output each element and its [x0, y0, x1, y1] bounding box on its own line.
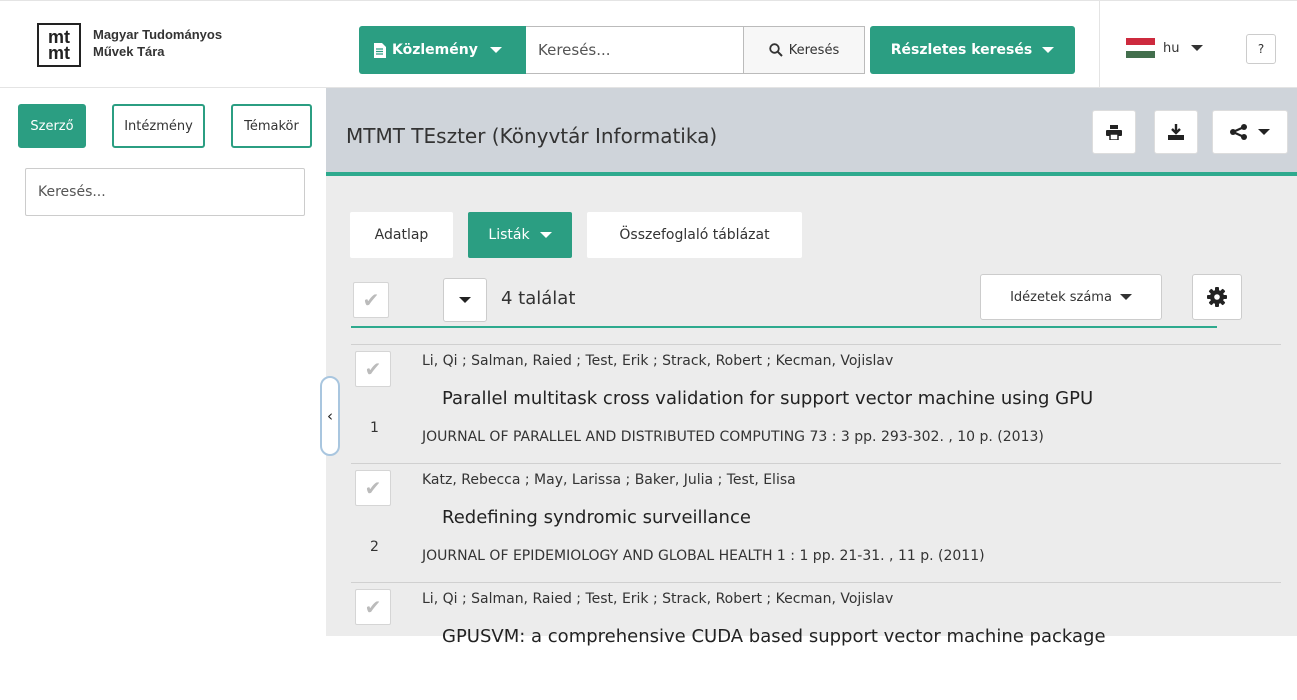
result-title[interactable]: Redefining syndromic surveillance: [442, 507, 751, 528]
result-item: ✔ 2 Katz, Rebecca ; May, Larissa ; Baker…: [351, 463, 1281, 581]
advanced-search-button[interactable]: Részletes keresés: [870, 26, 1075, 74]
document-icon: [374, 42, 386, 58]
share-icon: [1230, 124, 1247, 140]
gear-icon: [1207, 287, 1227, 307]
check-icon: ✔: [364, 595, 382, 619]
hungarian-flag-icon: [1126, 38, 1155, 59]
download-button[interactable]: [1154, 110, 1198, 154]
share-button[interactable]: [1212, 110, 1288, 154]
chevron-down-icon: [1042, 47, 1055, 53]
result-number: 1: [370, 420, 379, 436]
logo-line-2: Művek Tára: [93, 44, 165, 59]
print-button[interactable]: [1092, 110, 1136, 154]
check-icon: ✔: [364, 476, 382, 500]
result-title[interactable]: GPUSVM: a comprehensive CUDA based suppo…: [442, 626, 1106, 647]
logo-line-1: Magyar Tudományos: [93, 27, 223, 42]
result-authors[interactable]: Li, Qi ; Salman, Raied ; Test, Erik ; St…: [422, 353, 893, 369]
tab-intezmeny[interactable]: Intézmény: [112, 104, 205, 148]
advanced-search-label: Részletes keresés: [890, 42, 1033, 58]
tab-adatlap[interactable]: Adatlap: [350, 212, 453, 258]
result-title[interactable]: Parallel multitask cross validation for …: [442, 388, 1093, 409]
chevron-down-icon: [1258, 129, 1270, 135]
download-icon: [1168, 124, 1184, 140]
search-button[interactable]: Keresés: [743, 26, 865, 74]
result-checkbox[interactable]: ✔: [355, 470, 391, 506]
logo-mark-bottom: mt: [48, 43, 70, 63]
top-header: mt mt Magyar Tudományos Művek Tára Közle…: [0, 0, 1297, 89]
tab-osszefoglalo[interactable]: Összefoglaló táblázat: [587, 212, 802, 258]
tab-listak-label: Listák: [488, 227, 530, 243]
chevron-left-icon: ‹: [327, 407, 333, 425]
result-source: JOURNAL OF PARALLEL AND DISTRIBUTED COMP…: [422, 429, 1044, 445]
result-checkbox[interactable]: ✔: [355, 351, 391, 387]
sort-label: Idézetek száma: [1010, 289, 1112, 305]
print-icon: [1106, 124, 1122, 140]
tab-temakor[interactable]: Témakör: [231, 104, 312, 148]
settings-button[interactable]: [1192, 274, 1242, 320]
selection-dropdown-button[interactable]: [443, 278, 487, 322]
result-item: ✔ Li, Qi ; Salman, Raied ; Test, Erik ; …: [351, 582, 1281, 700]
main-content: MTMT TEszter (Könyvtár Informatika) Adat…: [326, 88, 1297, 647]
sidebar-collapse-handle[interactable]: ‹: [320, 376, 340, 456]
result-number: 2: [370, 539, 379, 555]
sort-dropdown[interactable]: Idézetek száma: [980, 274, 1162, 320]
header-divider: [1099, 1, 1100, 89]
mtmt-logo[interactable]: mt mt: [37, 23, 81, 67]
page-title: MTMT TEszter (Könyvtár Informatika): [346, 124, 718, 148]
tab-listak[interactable]: Listák: [468, 212, 572, 258]
check-icon: ✔: [364, 357, 382, 381]
sidebar-search-input[interactable]: [25, 168, 305, 216]
check-icon: ✔: [362, 288, 380, 312]
logo-text[interactable]: Magyar Tudományos Művek Tára: [93, 26, 222, 60]
search-button-label: Keresés: [788, 42, 840, 58]
chevron-down-icon: [1191, 45, 1204, 51]
chevron-down-icon: [539, 232, 552, 238]
publication-type-label: Közlemény: [392, 42, 478, 58]
language-selector[interactable]: hu: [1126, 38, 1204, 59]
search-input[interactable]: [526, 26, 744, 74]
result-source: JOURNAL OF EPIDEMIOLOGY AND GLOBAL HEALT…: [422, 548, 985, 564]
chevron-down-icon: [489, 47, 502, 53]
search-icon: [769, 43, 783, 57]
chevron-down-icon: [459, 297, 471, 303]
publication-type-dropdown[interactable]: Közlemény: [359, 26, 526, 74]
sidebar: Szerző Intézmény Témakör: [0, 88, 326, 636]
result-checkbox[interactable]: ✔: [355, 589, 391, 625]
result-toolbar: ✔ 4 találat Idézetek száma: [351, 274, 1242, 328]
hit-count: 4 találat: [501, 288, 576, 309]
result-authors[interactable]: Li, Qi ; Salman, Raied ; Test, Erik ; St…: [422, 591, 893, 607]
help-button[interactable]: ?: [1246, 34, 1276, 64]
language-label: hu: [1163, 40, 1180, 56]
chevron-down-icon: [1119, 294, 1132, 300]
result-item: ✔ 1 Li, Qi ; Salman, Raied ; Test, Erik …: [351, 344, 1281, 462]
select-all-checkbox[interactable]: ✔: [353, 282, 389, 318]
title-bar: MTMT TEszter (Könyvtár Informatika): [326, 88, 1297, 176]
result-authors[interactable]: Katz, Rebecca ; May, Larissa ; Baker, Ju…: [422, 472, 796, 488]
tab-szerzo[interactable]: Szerző: [18, 104, 86, 148]
